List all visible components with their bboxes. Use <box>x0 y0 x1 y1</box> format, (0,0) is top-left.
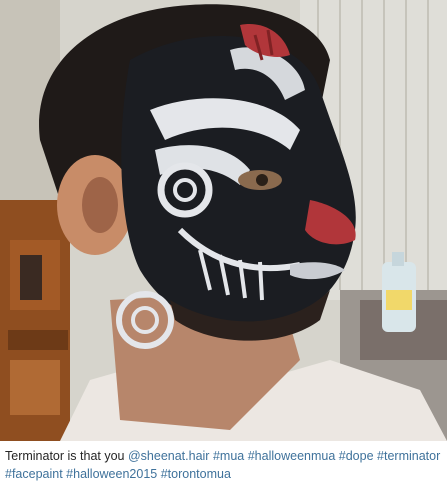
post-caption: Terminator is that you @sheenat.hair #mu… <box>5 447 442 483</box>
hashtag-halloween2015[interactable]: #halloween2015 <box>66 467 157 481</box>
hashtag-dope[interactable]: #dope <box>339 449 374 463</box>
hashtag-mua[interactable]: #mua <box>213 449 244 463</box>
mention-sheenat-hair[interactable]: @sheenat.hair <box>128 449 210 463</box>
face-paint-photo-icon <box>0 0 447 441</box>
hashtag-torontomua[interactable]: #torontomua <box>161 467 231 481</box>
caption-text: Terminator is that you <box>5 449 125 463</box>
hashtag-terminator[interactable]: #terminator <box>377 449 440 463</box>
hashtag-facepaint[interactable]: #facepaint <box>5 467 63 481</box>
hashtag-halloweenmua[interactable]: #halloweenmua <box>248 449 336 463</box>
instagram-post: Terminator is that you @sheenat.hair #mu… <box>0 0 447 491</box>
post-photo[interactable] <box>0 0 447 441</box>
